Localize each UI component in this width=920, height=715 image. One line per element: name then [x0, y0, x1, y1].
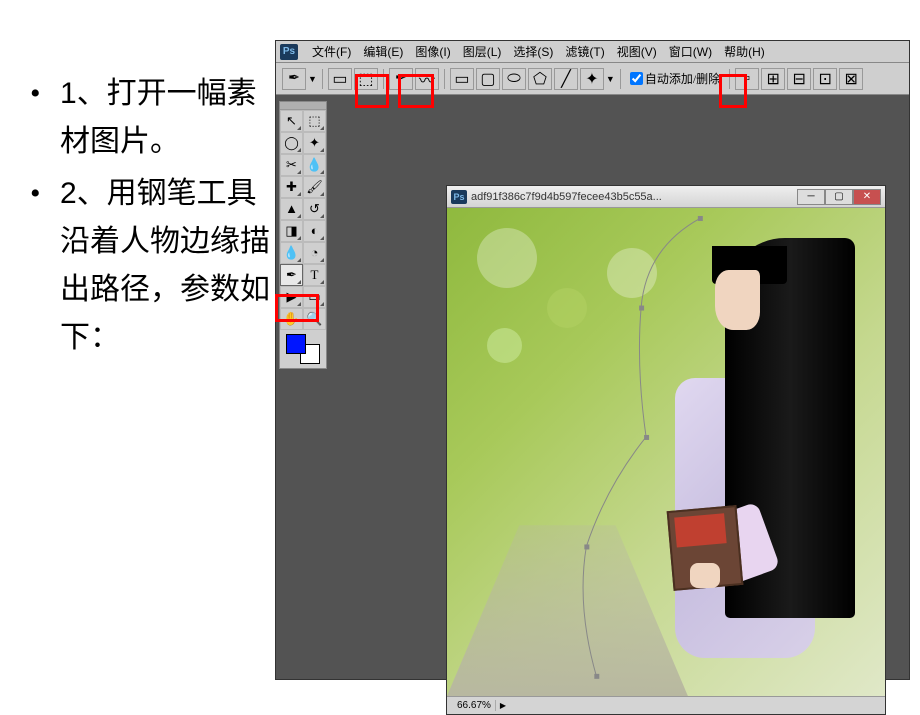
auto-add-delete-option[interactable]: 自动添加/删除	[630, 70, 720, 87]
freeform-icon: 〰	[419, 67, 435, 91]
shape-polygon[interactable]: ⬠	[528, 68, 552, 90]
shape-layers-mode[interactable]: ▭	[328, 68, 352, 90]
gradient-tool[interactable]: ◐	[303, 220, 326, 242]
menu-select[interactable]: 选择(S)	[507, 43, 559, 60]
instruction-item-2: 2、用钢笔工具沿着人物边缘描出路径，参数如下：	[60, 170, 270, 362]
photo-content	[447, 208, 885, 696]
wand-tool[interactable]: ✦	[303, 132, 326, 154]
menu-layer[interactable]: 图层(L)	[457, 43, 508, 60]
instruction-item-1: 1、打开一幅素材图片。	[60, 70, 270, 166]
path-op-new[interactable]: ▫	[735, 68, 759, 90]
pen-variant[interactable]: ✒	[389, 68, 413, 90]
pen-icon: ✒	[288, 70, 300, 87]
crop-tool[interactable]: ✂	[280, 154, 303, 176]
stamp-tool[interactable]: ▲	[280, 198, 303, 220]
panel-grip[interactable]	[280, 102, 326, 110]
eraser-tool[interactable]: ◨	[280, 220, 303, 242]
work-area: ↖ ⬚ ◯ ✦ ✂ 💧 ✚ 🖌 ▲ ↺ ◨ ◐ 💧 ◔ ✒ T ▶ ▭ ✋ 🔍	[276, 95, 909, 679]
tools-panel: ↖ ⬚ ◯ ✦ ✂ 💧 ✚ 🖌 ▲ ↺ ◨ ◐ 💧 ◔ ✒ T ▶ ▭ ✋ 🔍	[279, 101, 327, 369]
foreground-color[interactable]	[286, 334, 306, 354]
shape-custom[interactable]: ✦	[580, 68, 604, 90]
shape-line[interactable]: ╱	[554, 68, 578, 90]
eyedropper-tool[interactable]: 💧	[303, 154, 326, 176]
pen-tool-indicator[interactable]: ✒	[282, 68, 306, 90]
marquee-tool[interactable]: ⬚	[303, 110, 326, 132]
blur-tool[interactable]: 💧	[280, 242, 303, 264]
ps-doc-icon: Ps	[451, 190, 467, 204]
photoshop-window: Ps 文件(F) 编辑(E) 图像(I) 图层(L) 选择(S) 滤镜(T) 视…	[275, 40, 910, 680]
zoom-level[interactable]: 66.67%	[453, 700, 496, 711]
pen-icon: ✒	[395, 70, 407, 87]
canvas[interactable]	[447, 208, 885, 696]
document-titlebar[interactable]: Ps adf91f386c7f9d4b597fecee43b5c55a... ─…	[447, 186, 885, 208]
path-select-tool[interactable]: ▶	[280, 286, 303, 308]
shape-rect[interactable]: ▭	[450, 68, 474, 90]
maximize-button[interactable]: ▢	[825, 189, 853, 205]
menu-view[interactable]: 视图(V)	[611, 43, 663, 60]
menu-window[interactable]: 窗口(W)	[663, 43, 718, 60]
freeform-pen[interactable]: 〰	[415, 68, 439, 90]
color-swatches[interactable]	[286, 334, 320, 364]
instruction-panel: 1、打开一幅素材图片。 2、用钢笔工具沿着人物边缘描出路径，参数如下：	[20, 70, 270, 366]
menu-help[interactable]: 帮助(H)	[718, 43, 771, 60]
dodge-tool[interactable]: ◔	[303, 242, 326, 264]
shape-rounded[interactable]: ▢	[476, 68, 500, 90]
menu-edit[interactable]: 编辑(E)	[357, 43, 409, 60]
close-button[interactable]: ✕	[853, 189, 881, 205]
paths-mode[interactable]: ⬚	[354, 68, 378, 90]
path-icon: ⬚	[358, 69, 373, 89]
options-bar: ✒ ▼ ▭ ⬚ ✒ 〰 ▭ ▢ ⬭ ⬠ ╱ ✦ ▼ 自动添加/删除 ▫ ⊞ ⊟ …	[276, 63, 909, 95]
lasso-tool[interactable]: ◯	[280, 132, 303, 154]
shape-tool[interactable]: ▭	[303, 286, 326, 308]
menu-bar: Ps 文件(F) 编辑(E) 图像(I) 图层(L) 选择(S) 滤镜(T) 视…	[276, 41, 909, 63]
brush-tool[interactable]: 🖌	[303, 176, 326, 198]
auto-add-delete-label: 自动添加/删除	[645, 70, 720, 87]
heal-tool[interactable]: ✚	[280, 176, 303, 198]
dropdown-icon[interactable]: ▼	[308, 74, 317, 84]
status-bar: 66.67% ▶	[447, 696, 885, 714]
path-op-add[interactable]: ⊞	[761, 68, 785, 90]
type-tool[interactable]: T	[303, 264, 326, 286]
history-brush-tool[interactable]: ↺	[303, 198, 326, 220]
dropdown-icon[interactable]: ▼	[606, 74, 615, 84]
auto-add-delete-checkbox[interactable]	[630, 72, 643, 85]
pen-tool[interactable]: ✒	[280, 264, 303, 286]
shape-ellipse[interactable]: ⬭	[502, 68, 526, 90]
menu-filter[interactable]: 滤镜(T)	[559, 43, 610, 60]
zoom-tool[interactable]: 🔍	[303, 308, 326, 330]
document-title: adf91f386c7f9d4b597fecee43b5c55a...	[471, 191, 797, 203]
status-dropdown-icon[interactable]: ▶	[500, 701, 506, 710]
path-op-intersect[interactable]: ⊡	[813, 68, 837, 90]
path-op-exclude[interactable]: ⊠	[839, 68, 863, 90]
minimize-button[interactable]: ─	[797, 189, 825, 205]
hand-tool[interactable]: ✋	[280, 308, 303, 330]
path-op-subtract[interactable]: ⊟	[787, 68, 811, 90]
menu-file[interactable]: 文件(F)	[306, 43, 357, 60]
move-tool[interactable]: ↖	[280, 110, 303, 132]
document-window: Ps adf91f386c7f9d4b597fecee43b5c55a... ─…	[446, 185, 886, 715]
menu-image[interactable]: 图像(I)	[409, 43, 456, 60]
ps-logo-icon: Ps	[280, 44, 298, 60]
